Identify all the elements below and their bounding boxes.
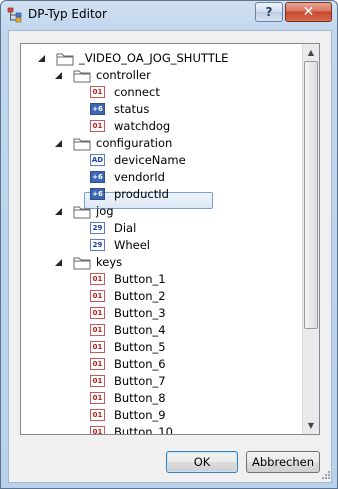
tree-node-label: keys <box>96 255 123 269</box>
scroll-thumb[interactable] <box>304 61 318 329</box>
tree-node-label: jog <box>96 204 114 218</box>
folder-icon <box>73 206 91 219</box>
expand-toggle-icon[interactable] <box>37 54 46 63</box>
tree-node-label: Button_6 <box>114 357 166 371</box>
tree-node-label: watchdog <box>114 119 171 133</box>
tree-node-label: vendorId <box>114 170 165 184</box>
tree-node-label: Button_2 <box>114 289 166 303</box>
ok-button[interactable]: OK <box>166 451 238 473</box>
tree-node-label: Button_1 <box>114 272 166 286</box>
tree-node-label: configuration <box>96 136 173 150</box>
datatype-icon: 01 <box>90 358 105 370</box>
datatype-icon: +6 <box>90 103 105 115</box>
datatype-icon: 29 <box>90 239 105 251</box>
resize-grip-icon[interactable] <box>320 469 330 479</box>
expand-toggle-icon[interactable] <box>54 71 63 80</box>
tree-node-label: deviceName <box>114 153 186 167</box>
datatype-icon: 01 <box>90 392 105 404</box>
dialog-window: DP-Typ Editor ? ✕ ▲ ▼ _VIDEO_OA_JOG_SHUT… <box>0 0 338 489</box>
tree-node-label: Button_10 <box>114 425 173 435</box>
dialog-content: ▲ ▼ _VIDEO_OA_JOG_SHUTTLE controller 01 con… <box>8 30 332 483</box>
expand-toggle-icon[interactable] <box>54 207 63 216</box>
datatype-icon: 01 <box>90 341 105 353</box>
scroll-up-arrow-icon[interactable]: ▲ <box>303 44 319 61</box>
vertical-scrollbar[interactable]: ▲ ▼ <box>302 44 319 434</box>
tree-node-label: Button_7 <box>114 374 166 388</box>
datapoint-tree[interactable]: ▲ ▼ _VIDEO_OA_JOG_SHUTTLE controller 01 con… <box>20 43 320 435</box>
folder-icon <box>73 138 91 151</box>
datatype-icon: 01 <box>90 426 105 434</box>
tree-node-label: Wheel <box>114 238 151 252</box>
datatype-icon: 01 <box>90 273 105 285</box>
tree-node-label: controller <box>96 68 151 82</box>
tree-node-label: Button_5 <box>114 340 166 354</box>
app-tree-icon <box>7 7 22 23</box>
close-button[interactable]: ✕ <box>285 2 332 22</box>
tree-node-label: _VIDEO_OA_JOG_SHUTTLE <box>79 51 229 65</box>
cancel-button[interactable]: Abbrechen <box>246 451 320 473</box>
datatype-icon: 01 <box>90 409 105 421</box>
datatype-icon: 01 <box>90 307 105 319</box>
help-button[interactable]: ? <box>255 2 283 22</box>
datatype-icon: 01 <box>90 290 105 302</box>
tree-node-label: Button_4 <box>114 323 166 337</box>
tree-node-label: Button_3 <box>114 306 166 320</box>
title-bar[interactable]: DP-Typ Editor ? ✕ <box>1 1 337 29</box>
datatype-icon: +6 <box>90 171 105 183</box>
datatype-icon: 01 <box>90 375 105 387</box>
datatype-icon: 29 <box>90 222 105 234</box>
scroll-down-arrow-icon[interactable]: ▼ <box>303 417 319 434</box>
folder-icon <box>73 70 91 83</box>
folder-icon <box>56 53 74 66</box>
tree-node-label: Dial <box>114 221 137 235</box>
tree-node-label: status <box>114 102 150 116</box>
datatype-icon: +6 <box>90 188 105 200</box>
expand-toggle-icon[interactable] <box>54 258 63 267</box>
tree-node-label: Button_9 <box>114 408 166 422</box>
tree-node-label: productId <box>114 187 169 201</box>
datatype-icon: 01 <box>90 120 105 132</box>
datatype-icon: 01 <box>90 324 105 336</box>
datatype-icon: AD <box>90 154 105 166</box>
tree-node-label: connect <box>114 85 160 99</box>
window-title: DP-Typ Editor <box>28 7 107 21</box>
datatype-icon: 01 <box>90 86 105 98</box>
expand-toggle-icon[interactable] <box>54 139 63 148</box>
folder-icon <box>73 257 91 270</box>
tree-node-label: Button_8 <box>114 391 166 405</box>
